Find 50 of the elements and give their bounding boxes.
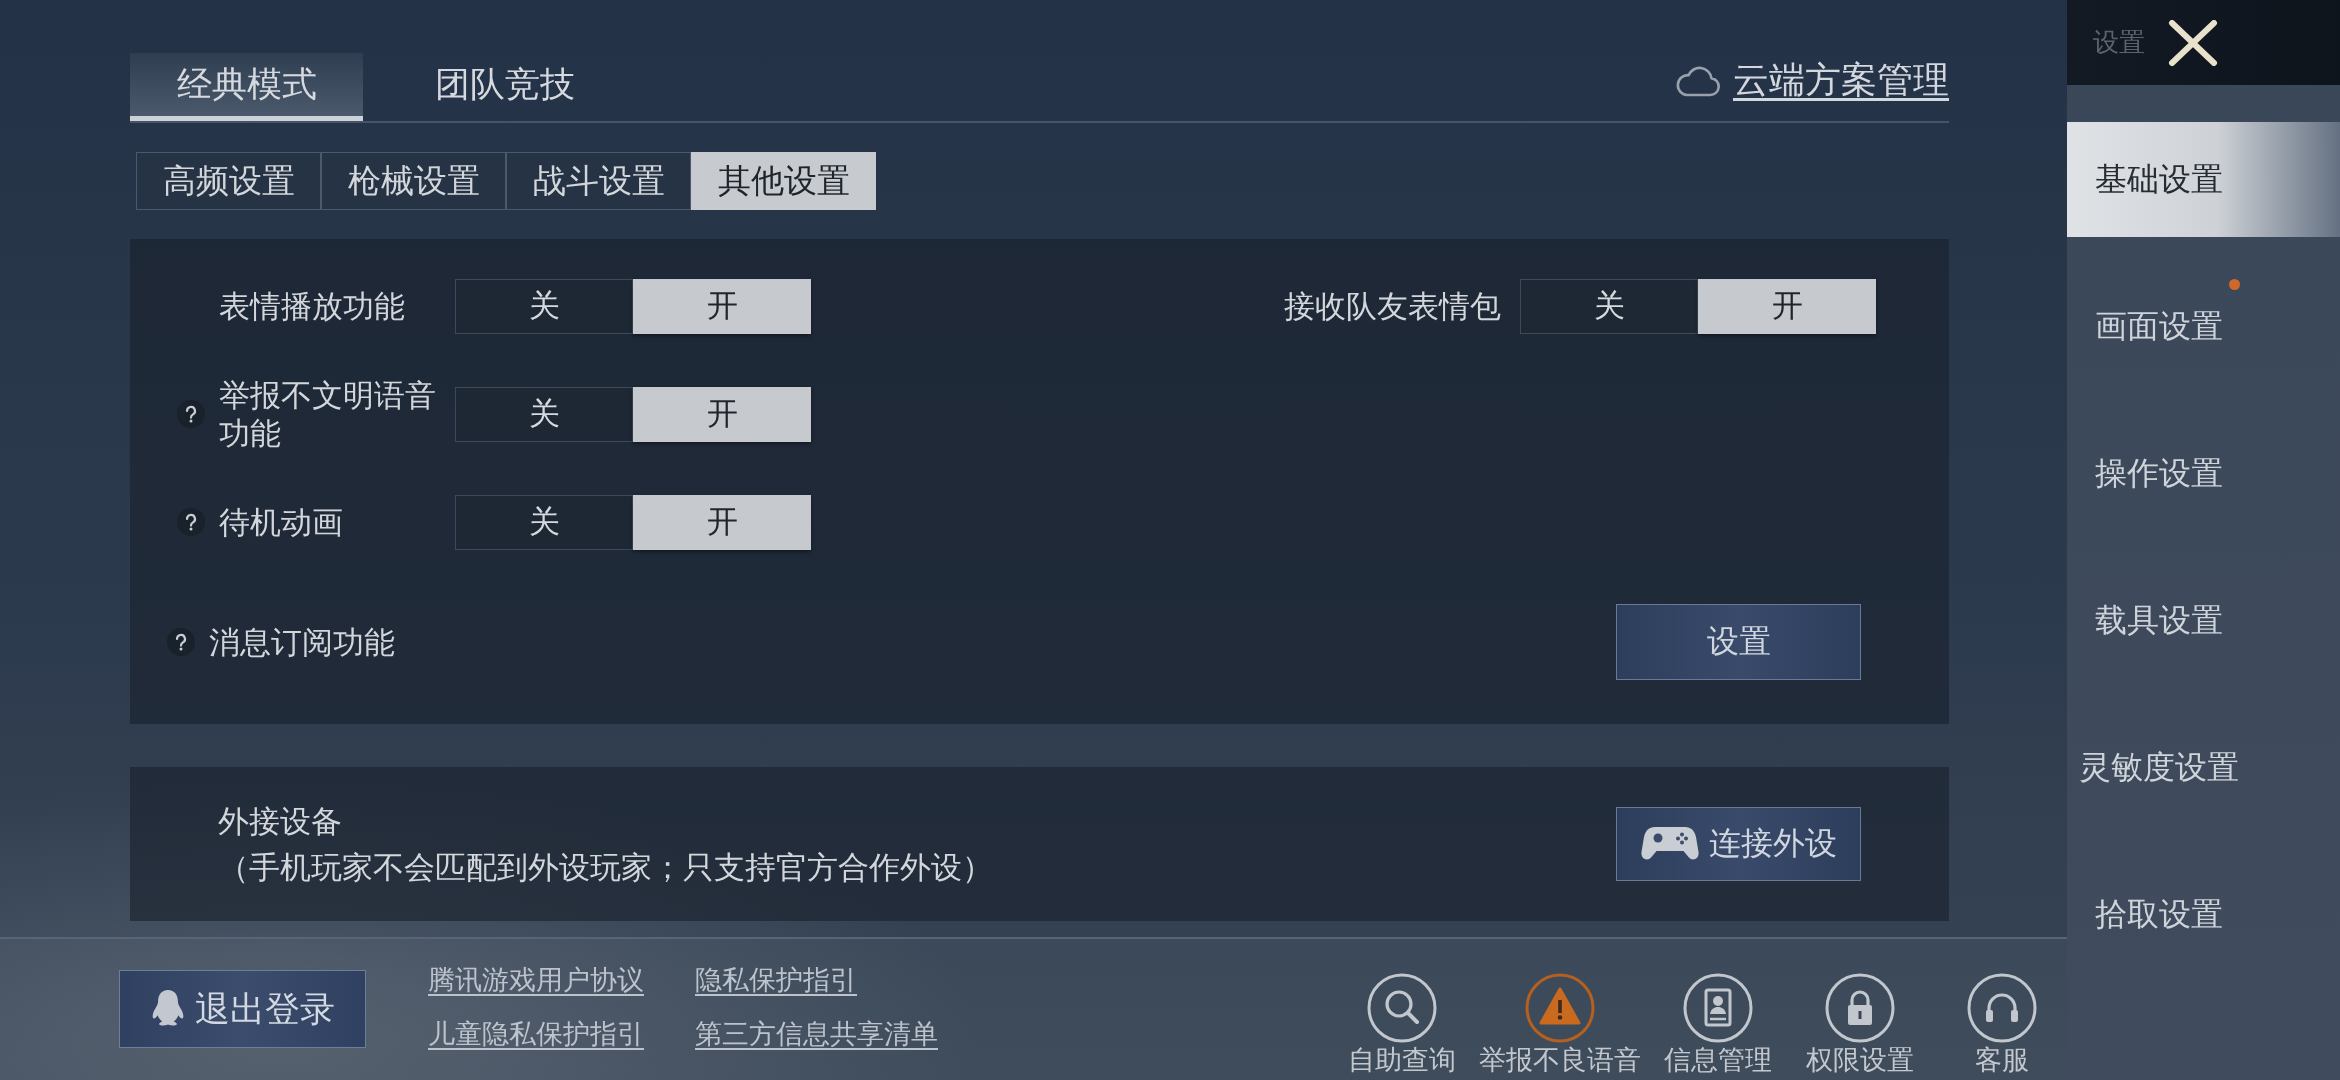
footer-link[interactable]: 第三方信息共享清单	[695, 1017, 938, 1051]
setting-label: 表情播放功能	[219, 287, 406, 325]
headset-icon	[1967, 973, 2037, 1043]
settings-subtab[interactable]: 高频设置	[136, 152, 321, 210]
mode-tab[interactable]: 团队竞技	[388, 53, 621, 121]
footer-action-button[interactable]: 信息管理	[1653, 973, 1783, 1077]
warning-icon	[1525, 973, 1595, 1043]
padlock-icon	[1825, 973, 1895, 1043]
sidebar-item[interactable]: 基础设置	[2067, 122, 2340, 237]
cloud-icon	[1675, 64, 1721, 97]
footer-action-button[interactable]: 权限设置	[1795, 973, 1925, 1077]
footer-link[interactable]: 腾讯游戏用户协议	[428, 963, 644, 997]
toggle-option[interactable]: 开	[633, 386, 811, 442]
sidebar-item[interactable]: 操作设置	[2067, 416, 2340, 531]
setting-label: 消息订阅功能	[209, 623, 395, 661]
help-icon[interactable]	[177, 508, 205, 536]
sidebar-item[interactable]: 灵敏度设置	[2067, 710, 2340, 825]
settings-subtab[interactable]: 其他设置	[691, 152, 876, 210]
setting-label: 举报不文明语音功能	[219, 376, 437, 452]
cloud-scheme-link[interactable]: 云端方案管理	[1733, 56, 1949, 105]
sidebar-item[interactable]: 载具设置	[2067, 563, 2340, 678]
connect-device-button[interactable]: 连接外设	[1616, 807, 1861, 881]
toggle-option[interactable]: 开	[633, 278, 811, 334]
toggle-option[interactable]: 开	[633, 494, 811, 550]
toggle-option[interactable]: 关	[455, 386, 633, 442]
logout-button[interactable]: 退出登录	[119, 970, 366, 1048]
toggle-option[interactable]: 关	[455, 494, 633, 550]
search-icon	[1367, 973, 1437, 1043]
footer-link[interactable]: 儿童隐私保护指引	[428, 1017, 644, 1051]
mode-tab[interactable]: 经典模式	[130, 53, 363, 121]
close-icon[interactable]	[2167, 19, 2219, 66]
footer-link[interactable]: 隐私保护指引	[695, 963, 938, 997]
settings-subtab[interactable]: 枪械设置	[321, 152, 506, 210]
setting-label: 待机动画	[219, 503, 344, 541]
peripheral-title: 外接设备	[218, 802, 343, 840]
sidebar-item[interactable]: 拾取设置	[2067, 857, 2340, 972]
footer-action-button[interactable]: 自助查询	[1337, 973, 1467, 1077]
penguin-icon	[150, 989, 185, 1029]
sidebar-item[interactable]: 画面设置	[2067, 269, 2340, 384]
sidebar-title: 设置	[2093, 26, 2145, 59]
settings-subtab[interactable]: 战斗设置	[506, 152, 691, 210]
footer-action-button[interactable]: 举报不良语音	[1479, 973, 1641, 1077]
toggle-option[interactable]: 关	[455, 278, 633, 334]
toggle-option[interactable]: 关	[1520, 278, 1698, 334]
id-card-icon	[1683, 973, 1753, 1043]
footer-action-button[interactable]: 客服	[1937, 973, 2067, 1077]
peripheral-note: （手机玩家不会匹配到外设玩家；只支持官方合作外设）	[218, 848, 993, 886]
toggle-option[interactable]: 开	[1698, 278, 1876, 334]
help-icon[interactable]	[177, 400, 205, 428]
setting-label: 接收队友表情包	[1284, 287, 1502, 325]
